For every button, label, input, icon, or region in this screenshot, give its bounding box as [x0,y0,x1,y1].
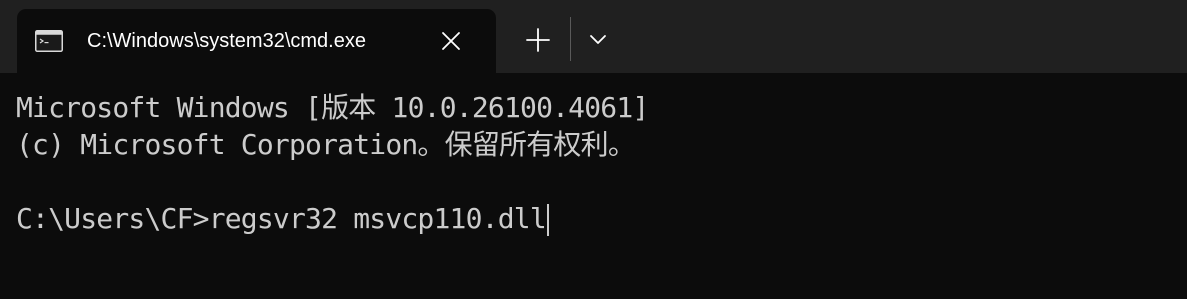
plus-icon[interactable] [517,22,559,58]
tab-title: C:\Windows\system32\cmd.exe [87,30,366,52]
tab-divider [570,17,571,61]
console-output[interactable]: Microsoft Windows [版本 10.0.26100.4061] (… [0,73,1187,299]
console-line: Microsoft Windows [版本 10.0.26100.4061] [16,91,649,124]
text-cursor [546,204,549,236]
chevron-down-icon[interactable] [582,22,614,58]
terminal-window: C:\Windows\system32\cmd.exe Microsoft Wi… [0,0,1187,299]
command-prompt-line[interactable]: C:\Users\CF>regsvr32 msvcp110.dll [16,201,549,237]
tab-cmd[interactable]: C:\Windows\system32\cmd.exe [17,9,496,73]
console-line: (c) Microsoft Corporation。保留所有权利。 [16,128,636,161]
close-icon[interactable] [437,27,465,55]
tab-bar: C:\Windows\system32\cmd.exe [0,0,1187,73]
cmd-icon [35,30,63,52]
prompt-text: C:\Users\CF>regsvr32 msvcp110.dll [16,202,547,235]
